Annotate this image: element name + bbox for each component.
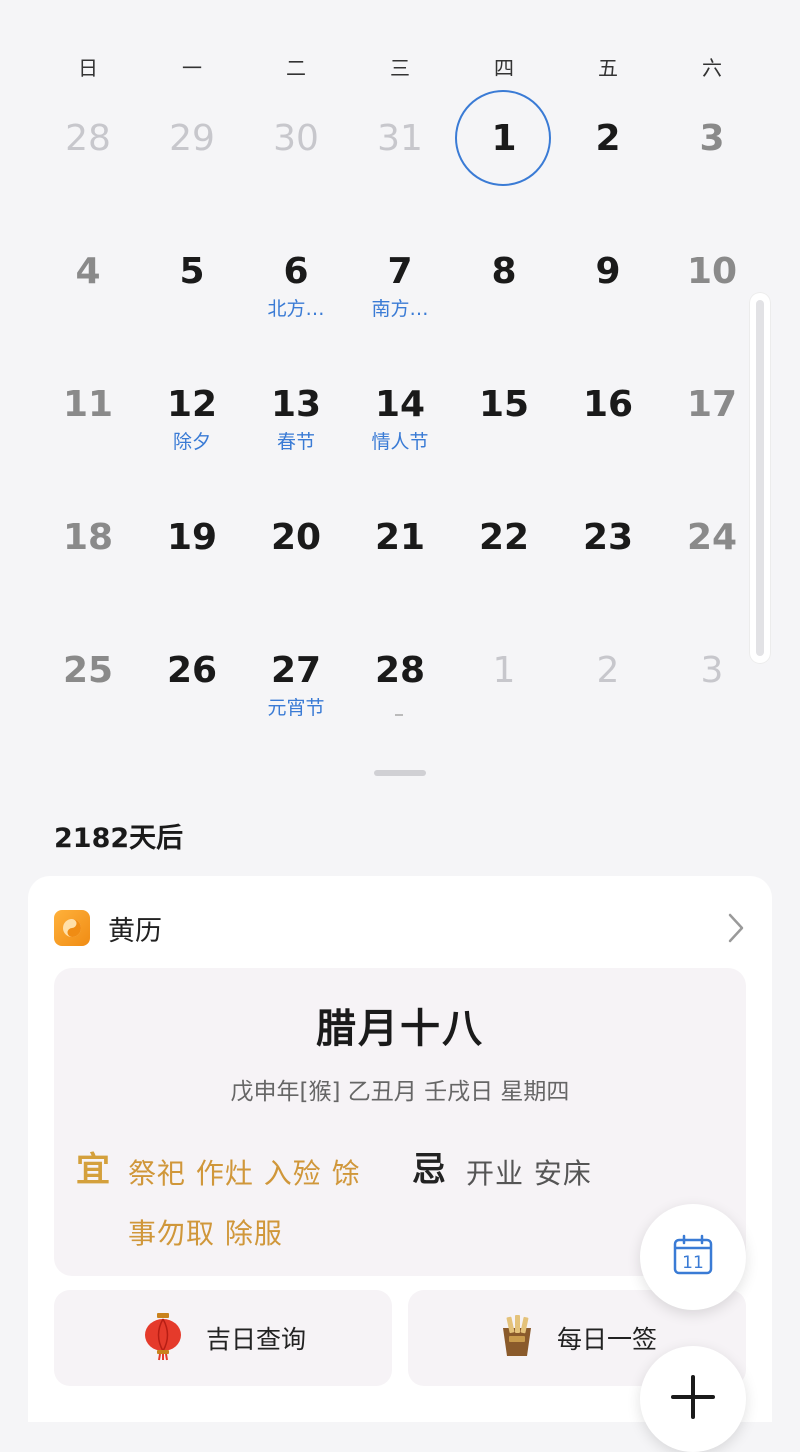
calendar-day-number: 29 — [169, 118, 215, 159]
calendar-day-cell[interactable]: 30 — [244, 74, 348, 207]
calendar-day-number: 30 — [273, 118, 319, 159]
calendar-scrollbar[interactable] — [749, 292, 771, 664]
calendar-day-number: 19 — [166, 517, 218, 558]
calendar-day-number: 21 — [374, 517, 426, 558]
calendar-day-event: 南方… — [371, 298, 429, 320]
calendar-day-number: 28 — [374, 650, 426, 691]
calendar-day-event: 情人节 — [371, 431, 429, 453]
almanac-card-header[interactable]: 黄历 — [54, 910, 162, 947]
calendar-day-cell[interactable]: 31 — [348, 74, 452, 207]
calendar-day-cell[interactable]: 23 — [556, 473, 660, 606]
calendar-day-cell[interactable]: 2 — [556, 606, 660, 739]
calendar-day-number: 23 — [582, 517, 634, 558]
calendar-day-number: 22 — [478, 517, 530, 558]
yi-items: 祭祀 作灶 入殓 馀事勿取 除服 — [128, 1157, 361, 1250]
calendar-day-cell[interactable]: 6 北方… — [244, 207, 348, 340]
ji-items: 开业 安床 — [466, 1157, 592, 1190]
calendar-day-cell[interactable]: 20 — [244, 473, 348, 606]
calendar-day-number: 15 — [478, 384, 530, 425]
plus-icon — [668, 1372, 718, 1426]
calendar-day-cell[interactable]: 7 南方… — [348, 207, 452, 340]
calendar-day-cell[interactable]: 1 — [452, 74, 556, 207]
calendar-day-cell[interactable]: 16 — [556, 340, 660, 473]
calendar-day-cell[interactable]: 25 — [36, 606, 140, 739]
calendar-day-cell[interactable]: 14 情人节 — [348, 340, 452, 473]
almanac-card-title: 黄历 — [108, 915, 162, 947]
calendar-day-cell[interactable]: 15 — [452, 340, 556, 473]
calendar-day-number: 16 — [582, 384, 634, 425]
calendar-icon: 11 — [672, 1234, 714, 1280]
calendar-day-number: 10 — [686, 251, 738, 292]
calendar-day-cell[interactable]: 13 春节 — [244, 340, 348, 473]
month-grid: 28 29 30 31 1 2 3 4 5 6 北方… 7 南方… 8 9 10 11 12 除夕 13 春节 14 情人节… — [36, 74, 764, 739]
calendar-day-number: 9 — [595, 251, 621, 292]
calendar-day-cell[interactable]: 22 — [452, 473, 556, 606]
calendar-day-cell[interactable]: 29 — [140, 74, 244, 207]
ganzhi-line: 戊申年[猴] 乙丑月 壬戌日 星期四 — [230, 1079, 570, 1105]
fortune-sticks-icon — [497, 1314, 537, 1362]
calendar-day-number: 31 — [377, 118, 423, 159]
calendar-day-number: 27 — [270, 650, 322, 691]
yi-label: 宜 — [76, 1150, 110, 1190]
chevron-right-icon[interactable] — [726, 912, 746, 948]
app-almanac-icon — [54, 910, 90, 946]
calendar-day-cell[interactable]: 26 — [140, 606, 244, 739]
calendar-day-number: 7 — [387, 251, 413, 292]
calendar-day-cell[interactable]: 12 除夕 — [140, 340, 244, 473]
scrollbar-thumb[interactable] — [756, 300, 764, 656]
calendar-day-number: 13 — [270, 384, 322, 425]
calendar-day-number: 1 — [491, 118, 517, 159]
calendar-day-number: 1 — [492, 650, 516, 691]
event-dot — [395, 714, 403, 716]
calendar-day-number: 2 — [595, 118, 621, 159]
drag-handle[interactable] — [374, 770, 426, 776]
calendar-day-number: 6 — [283, 251, 309, 292]
calendar-day-cell[interactable]: 19 — [140, 473, 244, 606]
calendar-day-number: 12 — [166, 384, 218, 425]
calendar-day-number: 5 — [179, 251, 205, 292]
ji-label: 忌 — [412, 1150, 446, 1190]
add-event-button[interactable] — [640, 1346, 746, 1452]
calendar-day-cell[interactable]: 11 — [36, 340, 140, 473]
calendar-day-number: 18 — [62, 517, 114, 558]
days-after-label: 2182天后 — [54, 823, 184, 854]
lucky-day-label: 吉日查询 — [205, 1325, 306, 1354]
calendar-day-cell[interactable]: 9 — [556, 207, 660, 340]
calendar-day-number: 25 — [62, 650, 114, 691]
calendar-day-number: 28 — [65, 118, 111, 159]
calendar-day-cell[interactable]: 4 — [36, 207, 140, 340]
jump-to-today-button[interactable]: 11 — [640, 1204, 746, 1310]
almanac-card: 黄历 腊月十八 戊申年[猴] 乙丑月 壬戌日 星期四 宜 祭祀 作灶 入殓 馀事… — [28, 876, 772, 1422]
calendar-day-cell[interactable]: 8 — [452, 207, 556, 340]
calendar-day-number: 20 — [270, 517, 322, 558]
calendar-day-cell[interactable]: 21 — [348, 473, 452, 606]
lunar-date: 腊月十八 — [316, 1006, 484, 1052]
calendar-day-number: 3 — [699, 118, 725, 159]
calendar-day-event: 除夕 — [172, 431, 211, 453]
calendar-day-cell[interactable]: 28 — [348, 606, 452, 739]
calendar-day-number: 26 — [166, 650, 218, 691]
calendar-icon-day: 11 — [682, 1253, 704, 1273]
calendar-day-cell[interactable]: 3 — [660, 74, 764, 207]
calendar-day-number: 14 — [374, 384, 426, 425]
calendar-day-event: 北方… — [267, 298, 325, 320]
calendar-day-cell[interactable]: 28 — [36, 74, 140, 207]
calendar-day-number: 4 — [75, 251, 101, 292]
calendar-day-number: 8 — [491, 251, 517, 292]
lantern-icon — [140, 1311, 186, 1365]
calendar-day-cell[interactable]: 27 元宵节 — [244, 606, 348, 739]
calendar-day-cell[interactable]: 2 — [556, 74, 660, 207]
calendar-day-cell[interactable]: 5 — [140, 207, 244, 340]
calendar-day-number: 2 — [596, 650, 620, 691]
daily-fortune-label: 每日一签 — [556, 1325, 657, 1354]
calendar-day-cell[interactable]: 18 — [36, 473, 140, 606]
almanac-detail[interactable]: 腊月十八 戊申年[猴] 乙丑月 壬戌日 星期四 宜 祭祀 作灶 入殓 馀事勿取 … — [54, 968, 746, 1276]
calendar-day-cell[interactable]: 1 — [452, 606, 556, 739]
calendar-day-event: 春节 — [276, 431, 315, 453]
lucky-day-button[interactable]: 吉日查询 — [54, 1290, 392, 1386]
calendar-day-number: 11 — [62, 384, 114, 425]
calendar-day-event: 元宵节 — [267, 697, 325, 719]
